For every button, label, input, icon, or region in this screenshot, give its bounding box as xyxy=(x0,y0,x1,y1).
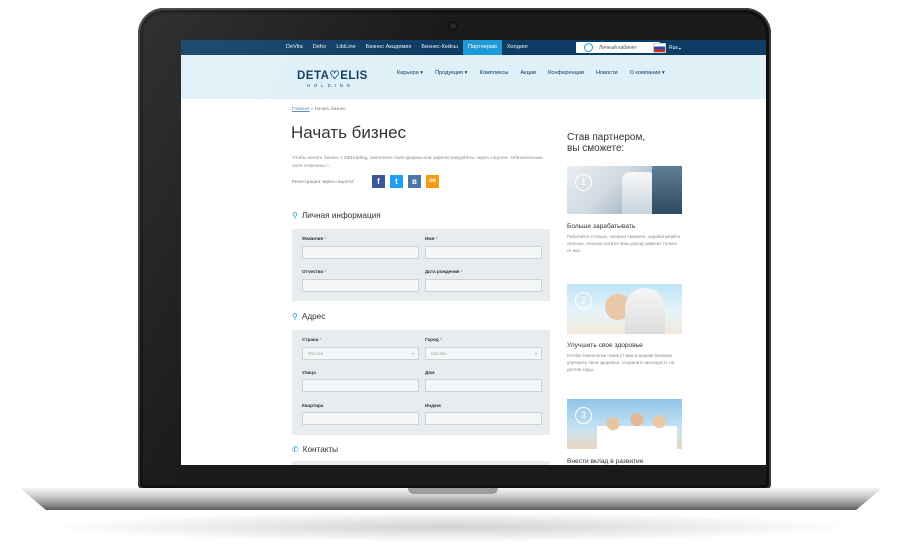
user-icon: ⚲ xyxy=(292,211,298,220)
odnoklassniki-icon: ок xyxy=(429,178,436,184)
section-address: ⚲ Адрес xyxy=(292,312,325,321)
city-select[interactable]: Москва ▾ xyxy=(425,347,542,360)
sidebar-item-2-title: Улучшить свое здоровье xyxy=(567,342,643,349)
page-title: Начать бизнес xyxy=(291,123,407,142)
topnav-item-partners[interactable]: Партнерам xyxy=(462,40,502,55)
section-address-title: Адрес xyxy=(301,312,326,321)
step-number-1: 1 xyxy=(575,174,592,191)
laptop-base-notch xyxy=(408,488,498,494)
twitter-button[interactable]: t xyxy=(390,175,403,188)
chevron-down-icon: ▾ xyxy=(411,351,414,356)
vk-button[interactable]: в xyxy=(408,175,421,188)
city-label: Город * xyxy=(425,337,442,342)
sidebar-image-2: 2 xyxy=(567,284,682,334)
street-label: Улица xyxy=(302,370,316,375)
phone-icon: ✆ xyxy=(292,445,299,454)
apartment-label: Квартира xyxy=(302,403,324,408)
main-content: Главная » Начать бизнес Начать бизнес Чт… xyxy=(181,99,766,465)
house-field[interactable] xyxy=(425,379,542,392)
sidebar-item-2-text: DeVita-технологии помогут вам и вашим бл… xyxy=(567,353,675,372)
patronymic-field[interactable] xyxy=(302,279,419,292)
vk-icon: в xyxy=(412,177,417,186)
lastname-field[interactable] xyxy=(302,246,419,259)
nav-complexes[interactable]: Комплексы xyxy=(473,70,514,76)
zip-label: Индекс xyxy=(425,403,442,408)
patronymic-label: Отчество * xyxy=(302,269,327,274)
firstname-label: Имя * xyxy=(425,236,438,241)
breadcrumb-current: Начать бизнес xyxy=(314,106,346,111)
street-field[interactable] xyxy=(302,379,419,392)
contacts-panel xyxy=(292,461,550,465)
facebook-button[interactable]: f xyxy=(372,175,385,188)
logo[interactable]: DETA♡ELIS xyxy=(297,68,368,82)
twitter-icon: t xyxy=(395,177,398,186)
breadcrumb: Главная » Начать бизнес xyxy=(292,106,346,111)
cabinet-button[interactable]: Личный кабинет xyxy=(576,42,660,53)
topnav-item-academy[interactable]: Бизнес Академия xyxy=(361,40,417,55)
section-contacts-title: Контакты xyxy=(302,445,339,454)
nav-products[interactable]: Продукция ▾ xyxy=(429,70,473,76)
topnav-item-holding[interactable]: Холдинг xyxy=(502,40,533,55)
chevron-down-icon: ▾ xyxy=(534,351,537,356)
country-select[interactable]: Россия ▾ xyxy=(302,347,419,360)
cabinet-label: Личный кабинет xyxy=(599,44,637,51)
step-number-2: 2 xyxy=(575,292,592,309)
topnav-item-defor[interactable]: Defor xyxy=(308,40,332,55)
chevron-down-icon: ▾ xyxy=(678,45,681,51)
facebook-icon: f xyxy=(377,177,380,186)
user-circle-icon xyxy=(584,43,593,52)
sidebar-title: Став партнером, вы сможете: xyxy=(567,132,646,154)
sidebar-image-1: 1 xyxy=(567,166,682,214)
birthdate-field[interactable] xyxy=(425,279,542,292)
nav-promos[interactable]: Акции xyxy=(514,70,542,76)
nav-career[interactable]: Карьера ▾ xyxy=(391,70,429,76)
step-number-3: 3 xyxy=(575,407,592,424)
zip-field[interactable] xyxy=(425,412,542,425)
nav-news[interactable]: Новости xyxy=(590,70,624,76)
section-contacts: ✆ Контакты xyxy=(292,445,338,454)
firstname-field[interactable] xyxy=(425,246,542,259)
section-personal-title: Личная информация xyxy=(301,211,381,220)
topnav-item-devita[interactable]: DeVita xyxy=(281,40,308,55)
topnav-item-cases[interactable]: Бизнес-Кейсы xyxy=(416,40,463,55)
lastname-label: Фамилия * xyxy=(302,236,327,241)
laptop-screen: DeVita Defor LibiLine Бизнес Академия Би… xyxy=(181,40,766,465)
odnoklassniki-button[interactable]: ок xyxy=(426,175,439,188)
laptop-shadow xyxy=(40,512,860,542)
social-label: Регистрация через соцсети: xyxy=(292,180,355,185)
birthdate-label: Дата рождения * xyxy=(425,269,463,274)
personal-panel: Фамилия * Имя * Отчество * Дата рождения… xyxy=(292,229,550,301)
topnav-item-libiline[interactable]: LibiLine xyxy=(331,40,360,55)
site-header: DETA♡ELIS HOLDING Карьера ▾ Продукция ▾ … xyxy=(181,55,766,99)
webcam xyxy=(448,21,458,31)
sidebar-item-3-title: Внести вклад в развитие xyxy=(567,458,644,465)
apartment-field[interactable] xyxy=(302,412,419,425)
map-pin-icon: ⚲ xyxy=(292,312,298,321)
russia-flag-icon xyxy=(653,43,666,53)
intro-text: Чтобы начать бизнес с DEHolding, заполни… xyxy=(292,156,543,169)
logo-subtitle: HOLDING xyxy=(307,83,355,88)
nav-conferences[interactable]: Конференции xyxy=(542,70,590,76)
sidebar-item-1-title: Больше зарабатывать xyxy=(567,223,636,230)
main-nav: Карьера ▾ Продукция ▾ Комплексы Акции Ко… xyxy=(391,70,671,76)
country-label: Страна * xyxy=(302,337,322,342)
language-label: Rus xyxy=(669,45,678,51)
section-personal: ⚲ Личная информация xyxy=(292,211,381,220)
sidebar-image-3: 3 xyxy=(567,399,682,449)
top-nav: DeVita Defor LibiLine Бизнес Академия Би… xyxy=(281,40,533,55)
nav-about[interactable]: О компании ▾ xyxy=(624,70,671,76)
sidebar-item-1-text: Работайте столько, сколько сможете, зара… xyxy=(567,234,681,253)
language-selector[interactable]: Rus ▾ xyxy=(653,43,681,53)
address-panel: Страна * Россия ▾ Город * Москва ▾ Улица Д… xyxy=(292,330,550,435)
house-label: Дом xyxy=(425,370,435,375)
breadcrumb-home[interactable]: Главная xyxy=(292,106,309,111)
